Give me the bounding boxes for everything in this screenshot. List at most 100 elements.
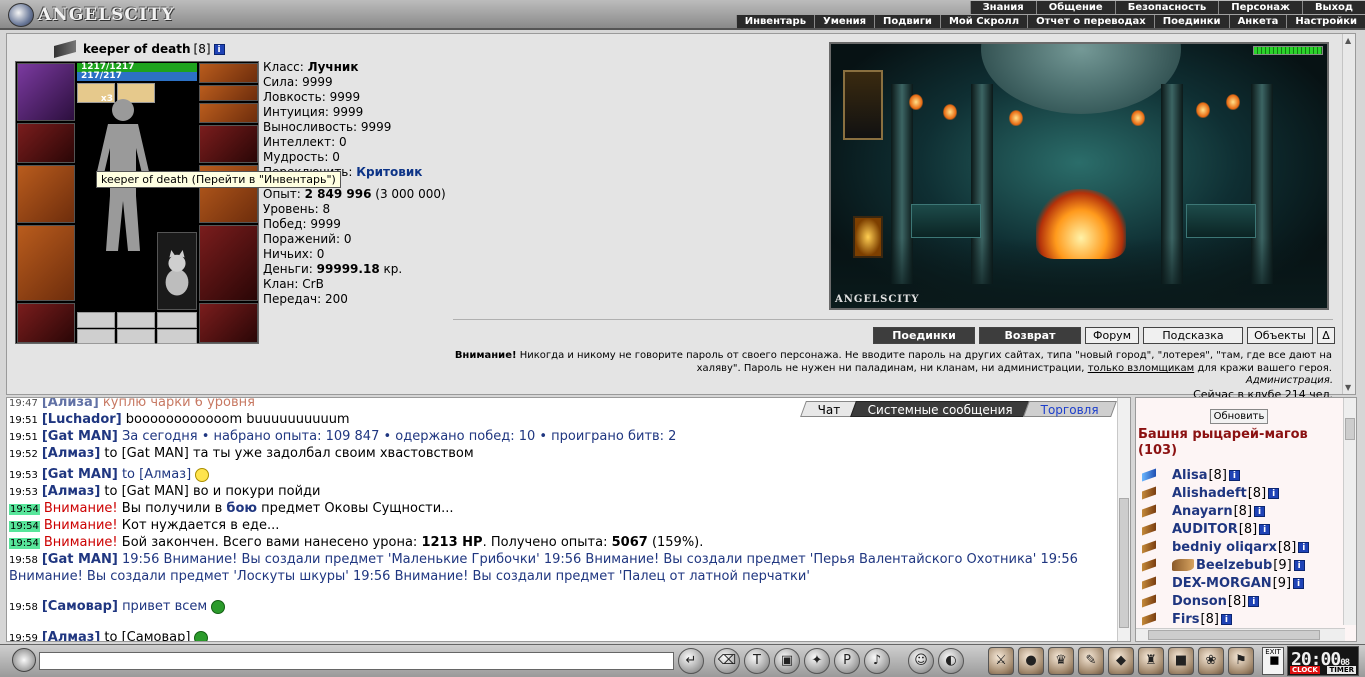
helmet-icon[interactable]: ◆ xyxy=(1108,647,1134,675)
tab-chat[interactable]: Чат xyxy=(799,401,859,417)
submenu-my-scroll[interactable]: Мой Скролл xyxy=(939,15,1028,28)
battle-link[interactable]: бою xyxy=(226,501,257,516)
info-icon[interactable]: i xyxy=(1220,613,1232,625)
online-user[interactable]: AUDITOR [8] i xyxy=(1140,520,1309,538)
amulet-slot[interactable] xyxy=(199,63,258,83)
clock-label[interactable]: CLOCK xyxy=(1290,666,1320,674)
pet-icon[interactable]: ❀ xyxy=(1198,647,1224,675)
menu-communication[interactable]: Общение xyxy=(1035,1,1115,14)
banner-icon[interactable] xyxy=(843,70,883,140)
online-user[interactable]: DEX-MORGAN [9] i xyxy=(1140,574,1309,592)
refresh-button[interactable]: Обновить xyxy=(1210,409,1268,424)
scroll-icon[interactable]: ✎ xyxy=(1078,647,1104,675)
menu-exit[interactable]: Выход xyxy=(1301,1,1365,14)
submenu-feats[interactable]: Подвиги xyxy=(874,15,940,28)
online-user[interactable]: Beelzebub [9] i xyxy=(1140,556,1309,574)
online-user[interactable]: Anayarn [8] i xyxy=(1140,502,1309,520)
pet-slot[interactable] xyxy=(157,232,197,310)
earring-slot[interactable] xyxy=(199,85,258,101)
logo[interactable]: ANGELSCITY xyxy=(8,3,175,27)
location-scene[interactable]: ANGELSCITY xyxy=(829,42,1329,310)
online-hscroll-thumb[interactable] xyxy=(1148,630,1320,640)
shop-icon[interactable]: ■ xyxy=(1168,647,1194,675)
ring-slot[interactable] xyxy=(117,312,155,328)
menu-knowledge[interactable]: Знания xyxy=(969,1,1036,14)
info-icon[interactable]: i xyxy=(1293,577,1305,589)
bonfire-icon[interactable] xyxy=(1036,189,1126,259)
belt-slot[interactable] xyxy=(17,303,75,343)
timer-label[interactable]: TIMER xyxy=(1327,666,1356,674)
info-icon[interactable]: i xyxy=(1293,559,1305,571)
ring-slot[interactable] xyxy=(199,103,258,123)
flag-icon[interactable]: ⚑ xyxy=(1228,647,1254,675)
send-icon[interactable]: ↵ xyxy=(678,648,704,674)
menu-security[interactable]: Безопасность xyxy=(1114,1,1219,14)
duels-button[interactable]: Поединки xyxy=(873,327,975,344)
chat-input[interactable] xyxy=(39,652,674,670)
submenu-settings[interactable]: Настройки xyxy=(1286,15,1365,28)
weapon-slot[interactable] xyxy=(17,165,75,223)
rune-slot[interactable] xyxy=(117,329,155,344)
pants-slot[interactable] xyxy=(199,225,258,301)
helmet-slot[interactable] xyxy=(17,63,75,121)
save-log-icon[interactable]: ▣ xyxy=(774,648,800,674)
info-icon[interactable]: i xyxy=(1254,505,1266,517)
attack-icon[interactable]: ⚔ xyxy=(988,647,1014,675)
filter-icon[interactable]: ◐ xyxy=(938,648,964,674)
info-icon[interactable]: i xyxy=(1248,595,1260,607)
menu-character[interactable]: Персонаж xyxy=(1218,1,1302,14)
tab-trade[interactable]: Торговля xyxy=(1023,401,1117,417)
info-icon[interactable]: i xyxy=(1259,523,1271,535)
info-icon[interactable]: i xyxy=(1268,487,1280,499)
info-icon[interactable]: i xyxy=(213,43,225,55)
chest-icon[interactable] xyxy=(1186,204,1256,238)
ring-slot[interactable] xyxy=(77,312,115,328)
online-user[interactable]: Firs [8] i xyxy=(1140,610,1309,628)
return-button[interactable]: Возврат xyxy=(979,327,1081,344)
fight-icon[interactable]: ✦ xyxy=(804,648,830,674)
chat-scroll-thumb[interactable] xyxy=(1119,498,1129,628)
gloves-slot[interactable] xyxy=(199,125,258,163)
character-name[interactable]: keeper of death xyxy=(83,42,191,56)
submenu-profile[interactable]: Анкета xyxy=(1228,15,1287,28)
forum-button[interactable]: Форум xyxy=(1085,327,1139,344)
info-icon[interactable]: i xyxy=(1298,541,1310,553)
tab-system-messages[interactable]: Системные сообщения xyxy=(850,401,1032,417)
switch-link[interactable]: Критовик xyxy=(356,165,422,179)
chest-icon[interactable] xyxy=(911,204,981,238)
tower-icon[interactable]: ♜ xyxy=(1138,647,1164,675)
clan-icon[interactable]: ♛ xyxy=(1048,647,1074,675)
collapse-button[interactable]: Δ xyxy=(1317,327,1335,344)
rune-slot[interactable] xyxy=(77,329,115,344)
online-scroll-thumb[interactable] xyxy=(1345,418,1355,440)
submenu-transfer-report[interactable]: Отчет о переводах xyxy=(1027,15,1154,28)
chat-mode-icon[interactable] xyxy=(12,648,36,672)
scroll-down-icon[interactable]: ▼ xyxy=(1345,383,1351,392)
translit-icon[interactable]: T xyxy=(744,648,770,674)
bracers-slot[interactable] xyxy=(17,123,75,163)
sound-icon[interactable]: ♪ xyxy=(864,648,890,674)
boots-slot[interactable] xyxy=(199,303,258,343)
submenu-inventory[interactable]: Инвентарь xyxy=(735,15,815,28)
online-hscrollbar[interactable] xyxy=(1136,628,1345,641)
bag-icon[interactable]: ● xyxy=(1018,647,1044,675)
chat-scrollbar[interactable] xyxy=(1117,398,1130,641)
eraser-icon[interactable]: ⌫ xyxy=(714,648,740,674)
hint-button[interactable]: Подсказка xyxy=(1143,327,1243,344)
submenu-skills[interactable]: Умения xyxy=(814,15,875,28)
smiles-icon[interactable]: ☺ xyxy=(908,648,934,674)
objects-button[interactable]: Объекты xyxy=(1247,327,1313,344)
online-user[interactable]: Alisa [8] i xyxy=(1140,466,1309,484)
main-scrollbar[interactable]: ▲ ▼ xyxy=(1342,34,1355,394)
armor-slot[interactable] xyxy=(17,225,75,301)
online-scrollbar[interactable] xyxy=(1343,398,1356,625)
hackers-link[interactable]: только взломщикам xyxy=(1088,363,1194,374)
ring-slot[interactable] xyxy=(157,312,197,328)
online-user[interactable]: Alishadeft [8] i xyxy=(1140,484,1309,502)
private-icon[interactable]: P xyxy=(834,648,860,674)
info-icon[interactable]: i xyxy=(1228,469,1240,481)
online-user[interactable]: Donson [8] i xyxy=(1140,592,1309,610)
exit-button[interactable]: EXIT ▐█ xyxy=(1262,647,1284,675)
submenu-duels[interactable]: Поединки xyxy=(1153,15,1229,28)
online-user[interactable]: bedniy oliqarx [8] i xyxy=(1140,538,1310,556)
